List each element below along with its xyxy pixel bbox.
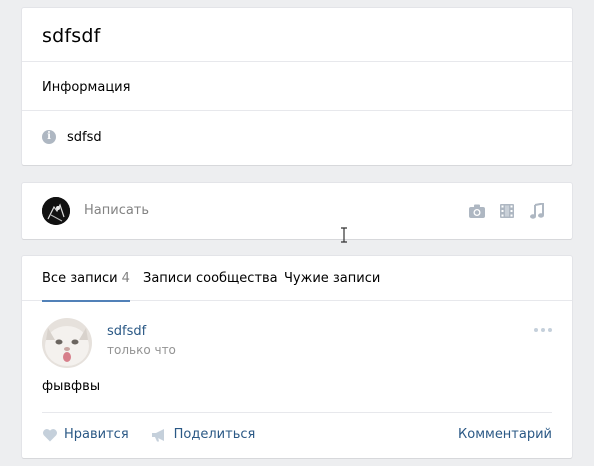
tab-all-posts[interactable]: Все записи 4: [42, 271, 130, 302]
heart-icon: [43, 428, 57, 441]
tab-label: Чужие записи: [284, 271, 381, 286]
group-name: sdfsdf: [42, 25, 101, 47]
post-timestamp[interactable]: только что: [107, 343, 176, 357]
tab-count: 4: [121, 271, 130, 286]
wall-card: Все записи 4 Записи сообщества Чужие запи…: [22, 256, 572, 458]
info-icon: i: [42, 130, 56, 144]
text-cursor-icon: [341, 227, 347, 243]
avatar: [42, 197, 70, 225]
post-author-avatar[interactable]: [42, 318, 92, 368]
info-section-title: Информация: [42, 80, 131, 95]
more-options-icon[interactable]: [534, 328, 552, 332]
music-icon[interactable]: [528, 203, 546, 219]
tab-others-posts[interactable]: Чужие записи: [284, 271, 380, 300]
comment-button[interactable]: Комментарий: [458, 427, 552, 442]
divider: [42, 412, 552, 413]
camera-icon[interactable]: [468, 203, 486, 219]
like-button[interactable]: Нравится: [42, 427, 129, 442]
tab-label: Все записи: [42, 271, 118, 286]
group-info-card: sdfsdf Информация i sdfsd: [22, 8, 572, 165]
video-icon[interactable]: [498, 203, 516, 219]
like-label: Нравится: [64, 427, 129, 442]
share-button[interactable]: Поделиться: [151, 427, 256, 442]
divider: [22, 61, 572, 62]
post-author-link[interactable]: sdfsdf: [107, 324, 146, 339]
megaphone-icon: [151, 428, 164, 441]
tab-label: Записи сообщества: [143, 271, 278, 286]
wall-tabs: Все записи 4 Записи сообщества Чужие запи…: [22, 256, 572, 302]
tab-community-posts[interactable]: Записи сообщества: [143, 271, 278, 300]
post-composer[interactable]: Написать: [22, 183, 572, 239]
divider: [22, 110, 572, 111]
post-text: фывфвы: [42, 379, 101, 394]
group-description: sdfsd: [67, 129, 102, 145]
share-label: Поделиться: [173, 427, 256, 442]
description-row: i sdfsd: [42, 128, 102, 146]
composer-input[interactable]: Написать: [84, 203, 149, 218]
